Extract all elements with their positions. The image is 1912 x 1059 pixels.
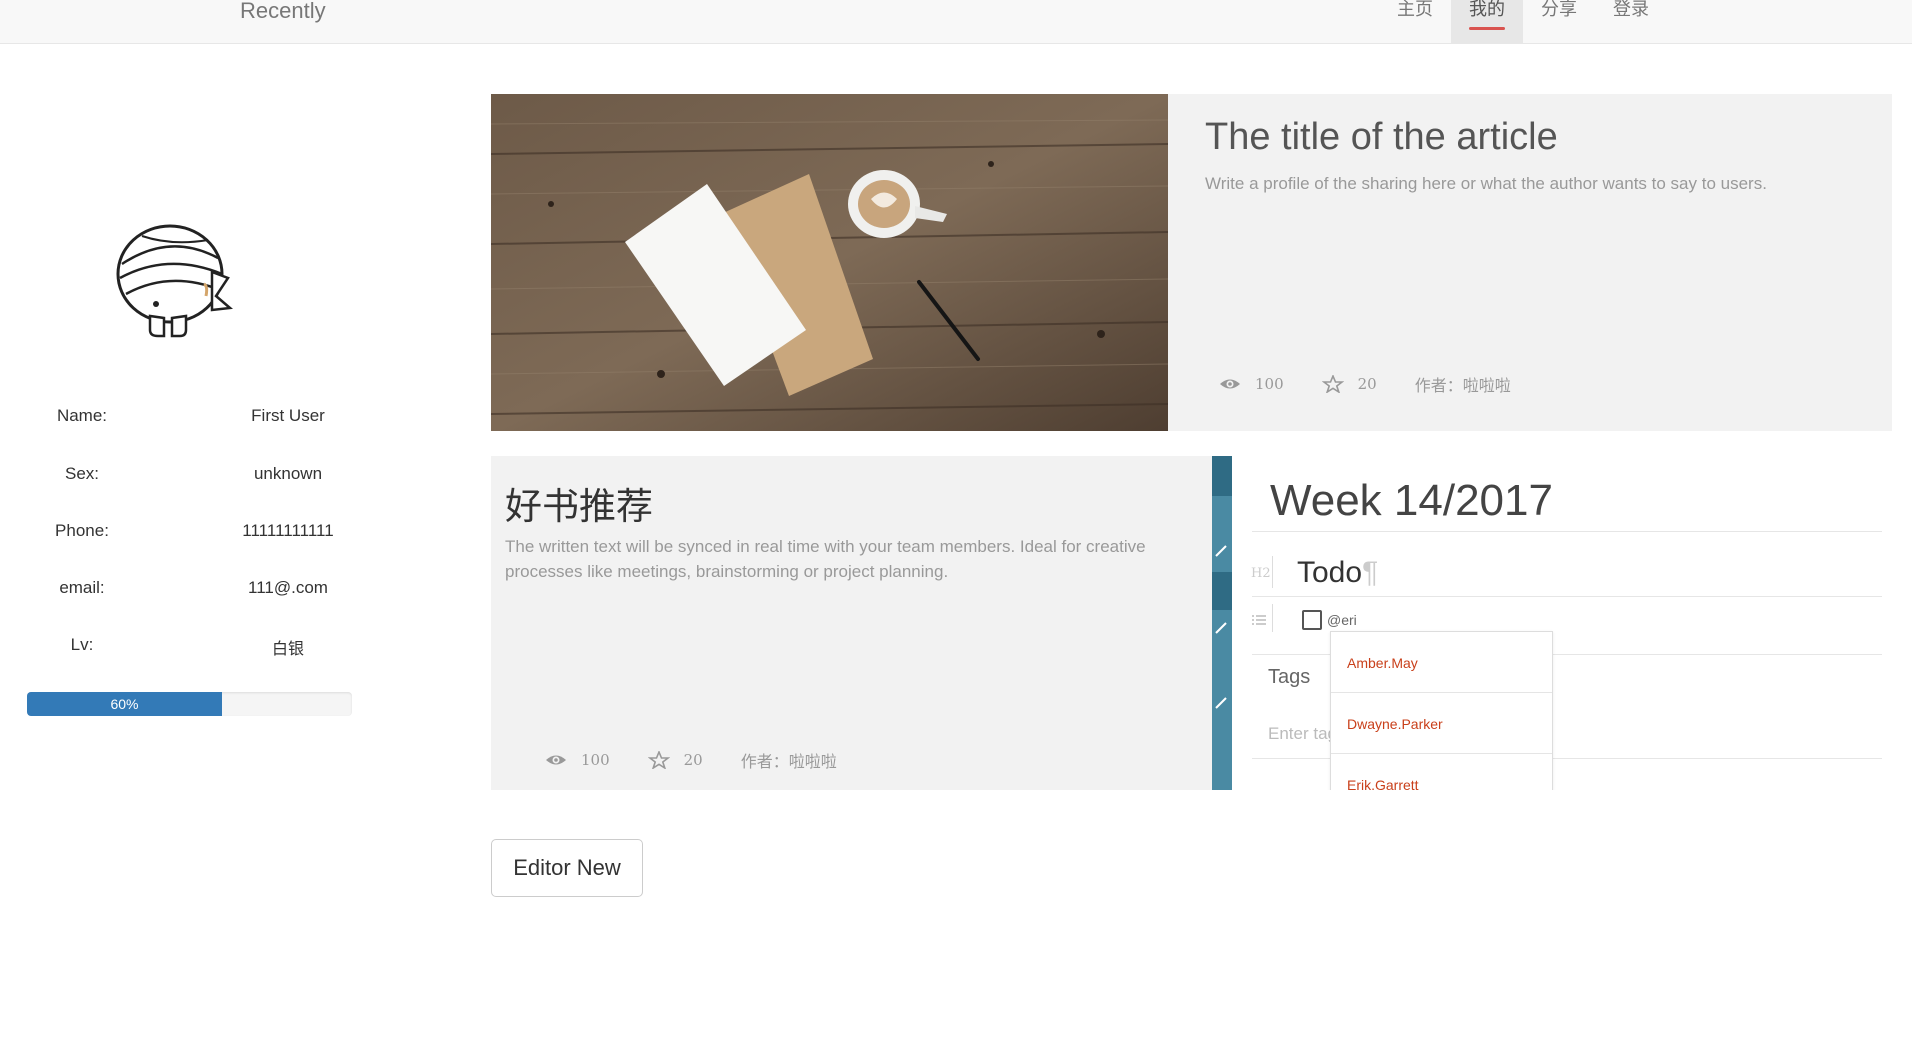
list-icon xyxy=(1252,615,1266,625)
bandaged-head-avatar-icon xyxy=(116,224,233,338)
nav-mine[interactable]: 我的 xyxy=(1451,0,1523,43)
mention-text: @eri xyxy=(1327,612,1357,628)
mention-suggestions-dropdown: Amber.May Dwayne.Parker Erik.Garrett xyxy=(1330,631,1553,790)
preview-side-strip xyxy=(1212,456,1232,790)
level-value: 白银 xyxy=(271,639,304,658)
profile-row-level: Lv: 白银 xyxy=(26,635,356,665)
pilcrow-mark: ¶ xyxy=(1362,556,1379,589)
article-meta: 100 20 作者：啦啦啦 xyxy=(545,748,837,772)
suggestion-item[interactable]: Erik.Garrett xyxy=(1331,754,1552,790)
progress-bar: 60% xyxy=(27,692,222,716)
star-icon[interactable] xyxy=(1321,375,1344,393)
profile-row-name: Name: First User xyxy=(26,406,356,436)
article-preview-screenshot[interactable]: Week 14/2017 H2 Todo¶ @eri Tags Enter ta… xyxy=(1212,456,1892,790)
article-description: The written text will be synced in real … xyxy=(505,537,1146,581)
coffee-notebook-image xyxy=(491,94,1168,431)
eye-icon xyxy=(546,755,566,765)
article-title[interactable]: 好书推荐 xyxy=(505,476,653,530)
navbar: Recently 主页 我的 分享 登录 xyxy=(0,0,1912,44)
email-label: email: xyxy=(59,578,105,597)
suggestion-item[interactable]: Amber.May xyxy=(1331,632,1552,693)
tags-label: Tags xyxy=(1268,666,1311,688)
pencil-icon xyxy=(1215,545,1227,557)
star-icon[interactable] xyxy=(647,751,670,769)
pencil-icon xyxy=(1215,697,1227,709)
article-author: 作者：啦啦啦 xyxy=(1414,376,1511,395)
name-value: First User xyxy=(251,406,325,425)
view-count: 100 xyxy=(581,751,610,769)
email-value: 111@.com xyxy=(248,578,328,597)
sex-value: unknown xyxy=(253,464,323,483)
avatar xyxy=(112,212,234,344)
todo-text: Todo xyxy=(1297,556,1363,589)
view-count: 100 xyxy=(1255,375,1284,393)
article-title[interactable]: The title of the article xyxy=(1205,116,1558,159)
article-meta: 100 20 作者：啦啦啦 xyxy=(1219,372,1511,396)
name-label: Name: xyxy=(56,406,108,425)
article-card-2[interactable]: 好书推荐 The written text will be synced in … xyxy=(491,456,1892,790)
suggestion-name: Dwayne.Parker xyxy=(1347,716,1443,732)
star-count: 20 xyxy=(683,751,703,769)
phone-label: Phone: xyxy=(55,521,109,540)
eye-icon xyxy=(1220,379,1240,389)
divider xyxy=(1252,531,1882,532)
divider xyxy=(1252,596,1882,597)
divider xyxy=(1272,556,1273,588)
preview-heading: Week 14/2017 xyxy=(1270,476,1553,525)
active-underline xyxy=(1469,27,1505,30)
suggestion-name: Amber.May xyxy=(1347,655,1418,671)
sex-label: Sex: xyxy=(64,464,100,483)
nav-mine-label: 我的 xyxy=(1469,0,1505,20)
star-count: 20 xyxy=(1357,375,1377,393)
preview-todo-heading: Todo¶ xyxy=(1297,556,1378,590)
article-description: Write a profile of the sharing here or w… xyxy=(1205,174,1767,193)
suggestion-item[interactable]: Dwayne.Parker xyxy=(1331,693,1552,754)
nav-home[interactable]: 主页 xyxy=(1379,0,1451,43)
phone-value: 11111111111 xyxy=(242,521,334,540)
profile-row-sex: Sex: unknown xyxy=(26,464,356,494)
brand-logo[interactable]: Recently xyxy=(240,0,326,24)
profile-row-phone: Phone: 11111111111 xyxy=(26,521,356,551)
todo-checkbox[interactable] xyxy=(1302,610,1322,630)
article-author: 作者：啦啦啦 xyxy=(740,752,837,771)
nav-menu: 主页 我的 分享 登录 xyxy=(1379,0,1667,43)
pencil-icon xyxy=(1215,622,1227,634)
h2-marker: H2 xyxy=(1251,566,1271,581)
editor-new-button[interactable]: Editor New xyxy=(491,839,643,897)
level-label: Lv: xyxy=(70,635,94,654)
nav-share[interactable]: 分享 xyxy=(1523,0,1595,43)
tags-input-placeholder[interactable]: Enter tag xyxy=(1268,724,1337,744)
level-progress: 60% xyxy=(27,692,352,716)
profile-row-email: email: 111@.com xyxy=(26,578,356,608)
article-card-1[interactable]: The title of the article Write a profile… xyxy=(491,94,1892,431)
suggestion-name: Erik.Garrett xyxy=(1347,777,1419,790)
divider xyxy=(1272,604,1273,632)
nav-login[interactable]: 登录 xyxy=(1595,0,1667,43)
article-cover-photo[interactable] xyxy=(491,94,1168,431)
